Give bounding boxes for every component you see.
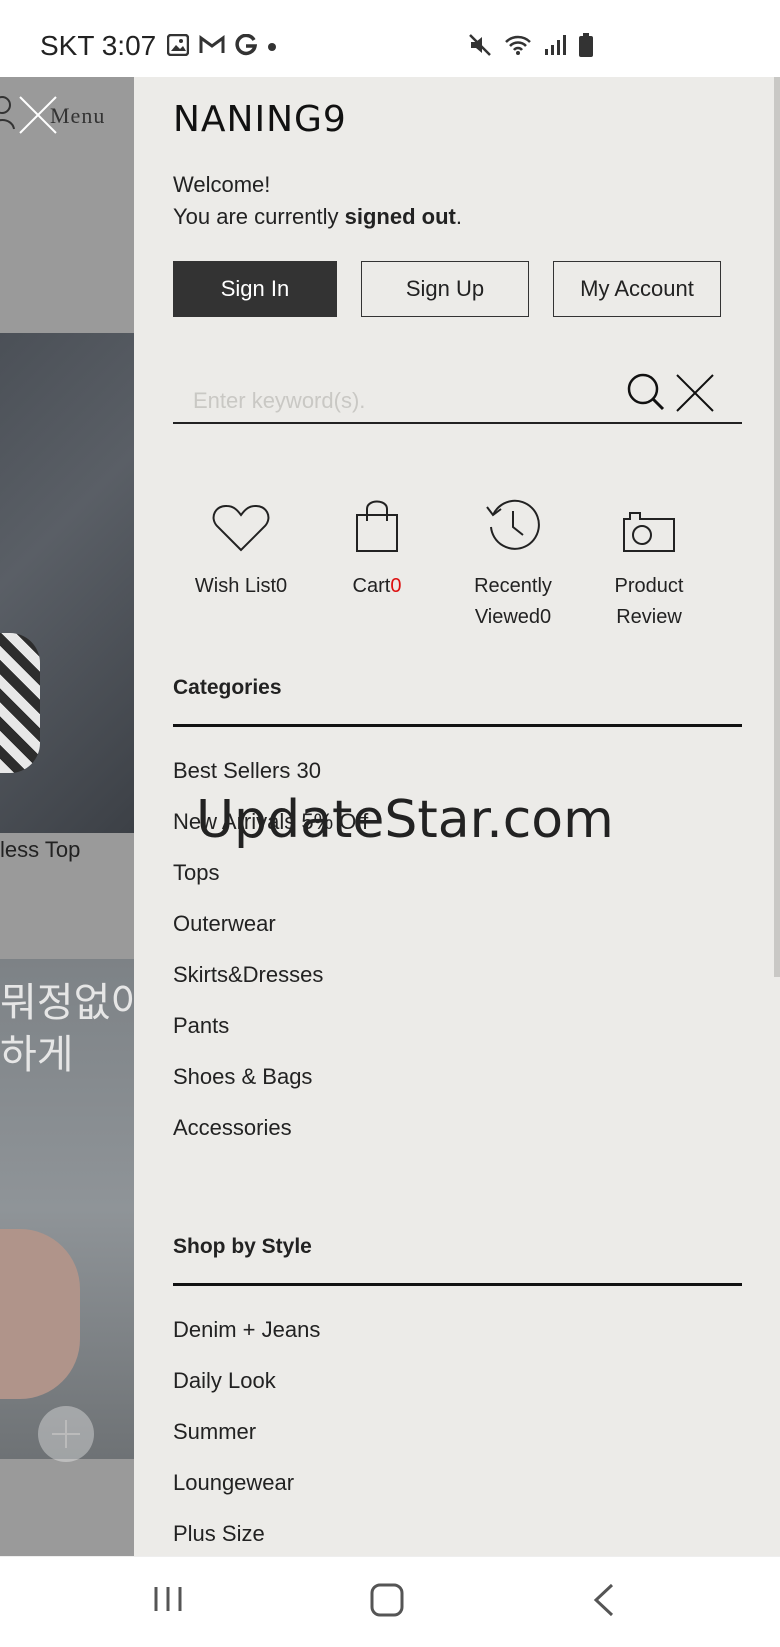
shopping-bag-icon (355, 497, 399, 563)
status-time: SKT 3:07 (40, 30, 157, 61)
cart-count: 0 (390, 575, 402, 597)
product-review-link[interactable]: Product Review (581, 497, 717, 633)
welcome-message: Welcome! You are currently signed out. (173, 169, 462, 233)
mute-icon (468, 33, 492, 62)
category-item[interactable]: Tops (173, 860, 368, 911)
menu-label[interactable]: Menu (50, 103, 105, 129)
category-item[interactable]: New Arrivals 5% Off (173, 809, 368, 860)
recently-label: Recently (474, 575, 552, 597)
sign-up-button[interactable]: Sign Up (361, 261, 529, 317)
style-item[interactable]: Loungewear (173, 1470, 320, 1521)
camera-icon (622, 509, 676, 563)
background-page[interactable]: Menu less Top 뭐정없이 하게 (0, 77, 134, 1556)
categories-heading: Categories (173, 676, 282, 699)
back-icon[interactable] (592, 1583, 616, 1622)
signal-icon (544, 34, 566, 61)
style-item[interactable]: Daily Look (173, 1368, 320, 1419)
category-item[interactable]: Skirts&Dresses (173, 962, 368, 1013)
category-item[interactable]: Shoes & Bags (173, 1064, 368, 1115)
product-label: Product (614, 575, 684, 597)
status-bar: SKT 3:07 (0, 0, 780, 77)
viewed-label: Viewed (474, 606, 541, 628)
dot-icon (267, 39, 277, 57)
battery-icon (578, 33, 594, 62)
search-input[interactable] (191, 387, 615, 415)
divider (173, 724, 742, 727)
divider (173, 1283, 742, 1286)
category-item[interactable]: Accessories (173, 1115, 368, 1166)
category-item[interactable]: Outerwear (173, 911, 368, 962)
system-nav-bar (0, 1556, 780, 1647)
user-icon[interactable] (0, 95, 18, 136)
style-item[interactable]: Denim + Jeans (173, 1317, 320, 1368)
background-header: Menu (0, 77, 134, 177)
heart-icon (212, 503, 270, 563)
home-icon[interactable] (370, 1583, 404, 1622)
banner-image[interactable]: 뭐정없이 하게 (0, 959, 134, 1459)
search-bar (173, 367, 742, 424)
close-icon[interactable] (675, 373, 715, 418)
floating-plus-button[interactable] (38, 1406, 94, 1462)
cart-label: Cart (352, 575, 391, 597)
cart-link[interactable]: Cart0 (309, 497, 445, 602)
signin-status: You are currently signed out. (173, 204, 462, 229)
google-icon (235, 33, 258, 61)
my-account-button[interactable]: My Account (553, 261, 721, 317)
recently-viewed-link[interactable]: Recently Viewed0 (445, 497, 581, 633)
sign-in-button[interactable]: Sign In (173, 261, 337, 317)
side-menu-drawer: NANING9 Welcome! You are currently signe… (134, 77, 780, 1556)
brand-logo[interactable]: NANING9 (173, 99, 347, 140)
gmail-icon (199, 35, 225, 60)
category-item[interactable]: Best Sellers 30 (173, 758, 368, 809)
welcome-line: Welcome! (173, 172, 271, 197)
style-item[interactable]: Summer (173, 1419, 320, 1470)
product-caption[interactable]: less Top (0, 837, 80, 863)
wifi-icon (504, 34, 532, 61)
search-icon[interactable] (625, 371, 667, 418)
history-clock-icon (485, 497, 541, 563)
banner-text: 뭐정없이 하게 (0, 981, 134, 1077)
shop-by-style-heading: Shop by Style (173, 1235, 312, 1258)
scrollbar[interactable] (774, 77, 780, 977)
recently-viewed-count: 0 (540, 606, 552, 628)
wish-list-link[interactable]: Wish List0 (173, 497, 309, 602)
review-label: Review (616, 606, 682, 628)
style-list: Denim + Jeans Daily Look Summer Loungewe… (173, 1317, 320, 1556)
product-image[interactable] (0, 333, 134, 833)
shortcut-links: Wish List0 Cart0 Recently Viewed0 Produc… (173, 497, 742, 657)
category-item[interactable]: Pants (173, 1013, 368, 1064)
wish-list-count: 0 (276, 575, 288, 597)
wish-list-label: Wish List (194, 575, 276, 597)
categories-list: Best Sellers 30 New Arrivals 5% Off Tops… (173, 758, 368, 1166)
style-item[interactable]: Plus Size (173, 1521, 320, 1556)
gallery-icon (166, 33, 190, 61)
plus-icon (52, 1420, 80, 1448)
recent-apps-icon[interactable] (152, 1583, 184, 1620)
